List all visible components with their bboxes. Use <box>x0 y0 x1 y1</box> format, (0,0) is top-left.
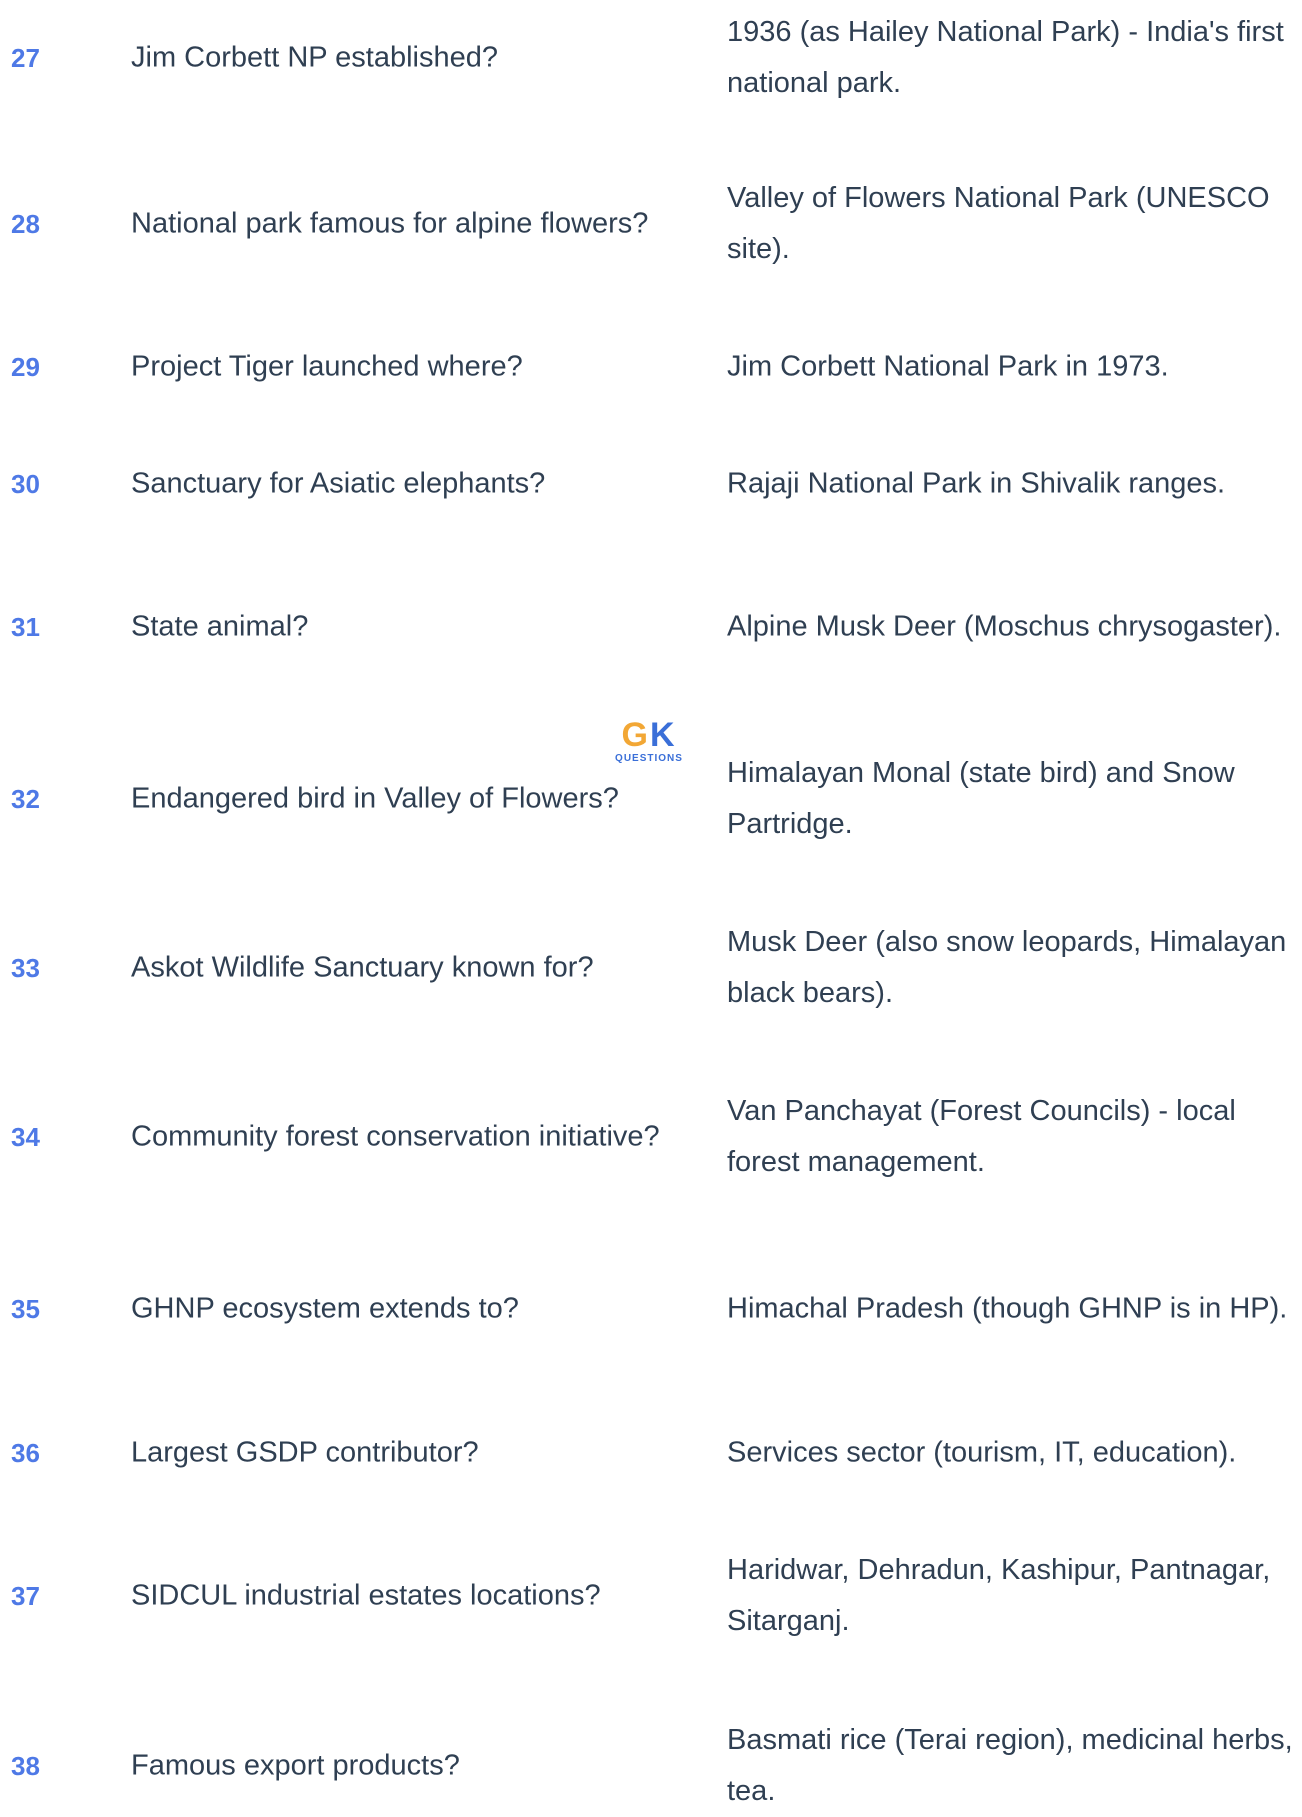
row-answer: Musk Deer (also snow leopards, Himalayan… <box>727 926 1287 1009</box>
row-question: Jim Corbett NP established? <box>131 41 498 74</box>
table-row: 33 Askot Wildlife Sanctuary known for? M… <box>0 926 1302 1009</box>
row-answer: Rajaji National Park in Shivalik ranges. <box>727 467 1226 500</box>
row-question: Famous export products? <box>131 1749 460 1782</box>
row-number: 28 <box>11 209 40 239</box>
table-row: 34 Community forest conservation initiat… <box>0 1095 1302 1178</box>
table-row: 38 Famous export products? Basmati rice … <box>0 1724 1302 1807</box>
row-question: GHNP ecosystem extends to? <box>131 1292 519 1325</box>
table-row: 32 Endangered bird in Valley of Flowers?… <box>0 757 1302 840</box>
table-row: 37 SIDCUL industrial estates locations? … <box>0 1554 1302 1637</box>
watermark-subtitle: QUESTIONS <box>615 753 683 764</box>
row-number: 27 <box>11 43 40 73</box>
gk-logo-icon: GK <box>601 718 697 752</box>
row-number: 36 <box>11 1438 40 1468</box>
row-answer: 1936 (as Hailey National Park) - India's… <box>727 16 1284 99</box>
row-question: Project Tiger launched where? <box>131 350 523 383</box>
row-answer: Alpine Musk Deer (Moschus chrysogaster). <box>727 610 1282 643</box>
table-row: 36 Largest GSDP contributor? Services se… <box>0 1437 1302 1469</box>
gk-logo-g: G <box>621 716 650 754</box>
row-number: 32 <box>11 784 40 814</box>
row-number: 33 <box>11 953 40 983</box>
row-answer: Haridwar, Dehradun, Kashipur, Pantnagar,… <box>727 1554 1271 1637</box>
row-question: SIDCUL industrial estates locations? <box>131 1579 601 1612</box>
row-question: Community forest conservation initiative… <box>131 1120 660 1153</box>
row-question: Sanctuary for Asiatic elephants? <box>131 467 546 500</box>
row-number: 35 <box>11 1294 40 1324</box>
row-answer: Himalayan Monal (state bird) and Snow Pa… <box>727 757 1235 840</box>
table-row: 27 Jim Corbett NP established? 1936 (as … <box>0 16 1302 99</box>
row-number: 29 <box>11 352 40 382</box>
gk-logo-k: K <box>649 716 677 754</box>
row-question: Largest GSDP contributor? <box>131 1436 479 1469</box>
row-number: 31 <box>11 612 40 642</box>
row-answer: Himachal Pradesh (though GHNP is in HP). <box>727 1292 1288 1325</box>
row-answer: Valley of Flowers National Park (UNESCO … <box>727 182 1270 265</box>
row-answer: Services sector (tourism, IT, education)… <box>727 1436 1237 1469</box>
table-row: 35 GHNP ecosystem extends to? Himachal P… <box>0 1293 1302 1325</box>
table-row: 30 Sanctuary for Asiatic elephants? Raja… <box>0 468 1302 500</box>
row-question: National park famous for alpine flowers? <box>131 207 649 240</box>
row-question: Askot Wildlife Sanctuary known for? <box>131 951 594 984</box>
table-row: 29 Project Tiger launched where? Jim Cor… <box>0 351 1302 383</box>
row-question: Endangered bird in Valley of Flowers? <box>131 782 619 815</box>
table-row: 28 National park famous for alpine flowe… <box>0 182 1302 265</box>
row-answer: Basmati rice (Terai region), medicinal h… <box>727 1724 1293 1807</box>
row-number: 34 <box>11 1122 40 1152</box>
row-number: 30 <box>11 469 40 499</box>
gk-questions-watermark: GK QUESTIONS <box>601 718 697 766</box>
row-answer: Jim Corbett National Park in 1973. <box>727 350 1169 383</box>
row-number: 38 <box>11 1751 40 1781</box>
row-answer: Van Panchayat (Forest Councils) - local … <box>727 1095 1236 1178</box>
row-number: 37 <box>11 1581 40 1611</box>
table-row: 31 State animal? Alpine Musk Deer (Mosch… <box>0 611 1302 643</box>
row-question: State animal? <box>131 610 309 643</box>
